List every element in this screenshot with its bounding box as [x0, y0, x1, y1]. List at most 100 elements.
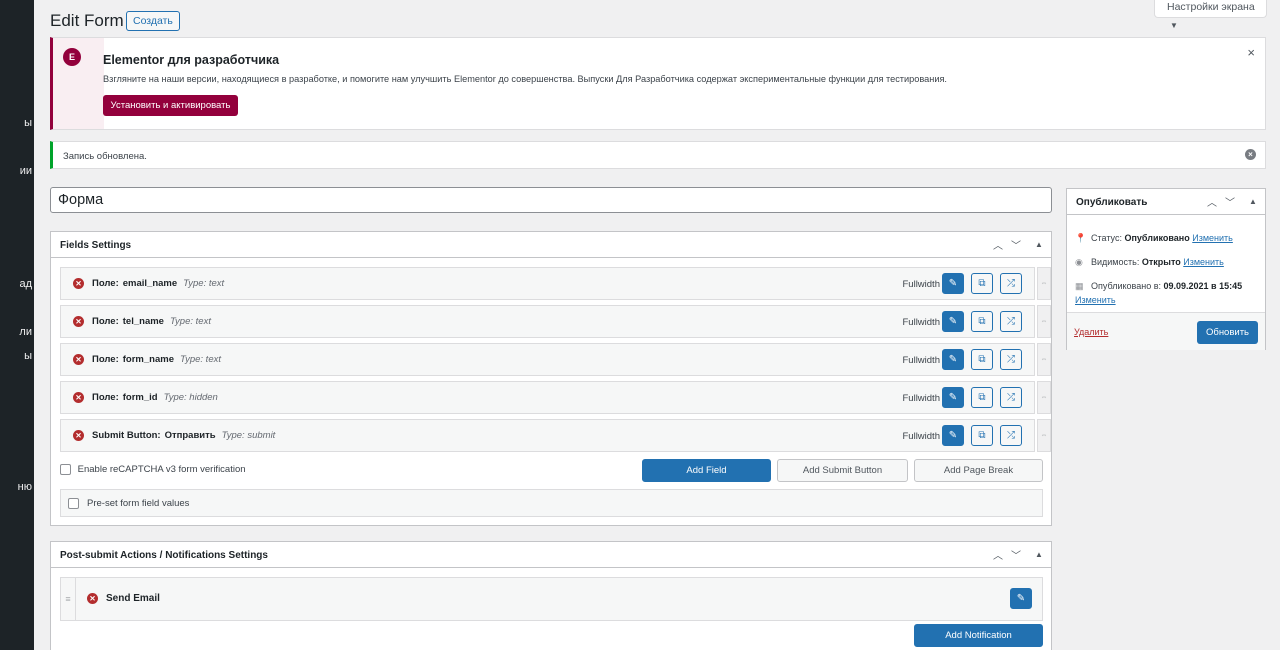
edit-field-button[interactable]: ✎ — [942, 425, 964, 446]
chevron-down-icon[interactable]: ﹀ — [1011, 547, 1021, 562]
shuffle-field-button[interactable]: ⤮ — [1000, 387, 1022, 408]
recaptcha-checkbox[interactable] — [60, 464, 71, 475]
screen-options-button[interactable]: Настройки экрана ▼ — [1154, 0, 1267, 30]
preset-checkbox[interactable] — [68, 498, 79, 509]
drag-handle-icon[interactable]: ⇔ — [1037, 305, 1051, 338]
field-name: form_name — [122, 354, 174, 365]
publish-box: Опубликовать ︿ ﹀ ▲ 📍 Статус: Опубликовано… — [1066, 188, 1266, 350]
form-title-input[interactable]: Форма — [50, 187, 1052, 213]
screen-options-label: Настройки экрана — [1167, 1, 1255, 13]
edit-field-button[interactable]: ✎ — [942, 311, 964, 332]
duplicate-field-button[interactable]: ⧉ — [971, 425, 993, 446]
drag-handle-icon[interactable]: ⇔ — [1037, 381, 1051, 414]
chevron-up-icon[interactable]: ︿ — [993, 547, 1003, 562]
action-name: Send Email — [106, 593, 160, 604]
shuffle-field-button[interactable]: ⤮ — [1000, 311, 1022, 332]
notice-text: Взгляните на наши версии, находящиеся в … — [103, 74, 947, 84]
delete-field-icon[interactable]: ✕ — [73, 430, 84, 441]
edit-action-button[interactable]: ✎ — [1010, 588, 1032, 609]
notice-title: Elementor для разработчика — [103, 53, 280, 67]
updated-notice: Запись обновлена. × — [50, 141, 1266, 169]
sidebar-item-fragment[interactable]: ы — [24, 350, 32, 362]
update-button[interactable]: Обновить — [1197, 321, 1258, 344]
add-page-break-button[interactable]: Add Page Break — [914, 459, 1043, 482]
field-width: Fullwidth — [902, 317, 941, 328]
delete-action-icon[interactable]: ✕ — [87, 593, 98, 604]
sidebar-item-fragment[interactable]: ии — [20, 165, 32, 177]
duplicate-field-button[interactable]: ⧉ — [971, 273, 993, 294]
delete-field-icon[interactable]: ✕ — [73, 392, 84, 403]
action-row: ≡ ✕ Send Email ✎ — [60, 577, 1043, 621]
sidebar-item-fragment[interactable]: ли — [19, 326, 32, 338]
field-prefix: Поле: — [92, 354, 119, 365]
field-row: ✕ Поле: tel_name Type: text Fullwidth ✎ ⧉ … — [60, 305, 1035, 338]
field-row: ✕ Поле: form_name Type: text Fullwidth ✎ ⧉… — [60, 343, 1035, 376]
dismiss-icon[interactable]: × — [1245, 149, 1256, 160]
publish-footer: Удалить Обновить — [1067, 312, 1265, 350]
delete-field-icon[interactable]: ✕ — [73, 354, 84, 365]
drag-handle-icon[interactable]: ⇔ — [1037, 343, 1051, 376]
elementor-logo-icon: E — [63, 48, 81, 66]
published-value: 09.09.2021 в 15:45 — [1163, 281, 1243, 291]
duplicate-field-button[interactable]: ⧉ — [971, 311, 993, 332]
visibility-label: Видимость: — [1091, 257, 1140, 267]
visibility-row: ◉ Видимость: Открыто Изменить — [1075, 257, 1224, 268]
toggle-panel-icon[interactable]: ▲ — [1035, 550, 1043, 559]
edit-field-button[interactable]: ✎ — [942, 387, 964, 408]
chevron-down-icon[interactable]: ﹀ — [1011, 237, 1021, 252]
admin-sidebar: ы ии ад ли ы ню — [0, 0, 34, 650]
shuffle-field-button[interactable]: ⤮ — [1000, 425, 1022, 446]
drag-handle-icon[interactable]: ⇔ — [1037, 267, 1051, 300]
edit-date-link[interactable]: Изменить — [1075, 295, 1116, 305]
shuffle-field-button[interactable]: ⤮ — [1000, 349, 1022, 370]
chevron-down-icon[interactable]: ﹀ — [1225, 194, 1235, 209]
add-notification-button[interactable]: Add Notification — [914, 624, 1043, 647]
fields-settings-title: Fields Settings — [60, 240, 132, 251]
duplicate-field-button[interactable]: ⧉ — [971, 349, 993, 370]
close-icon[interactable]: × — [1247, 45, 1255, 60]
published-row: ▦ Опубликовано в: 09.09.2021 в 15:45 — [1075, 281, 1242, 292]
eye-icon: ◉ — [1075, 257, 1083, 267]
field-type: Type: hidden — [163, 392, 218, 403]
updated-notice-text: Запись обновлена. — [63, 151, 147, 162]
toggle-panel-icon[interactable]: ▲ — [1249, 197, 1257, 206]
post-submit-title: Post-submit Actions / Notifications Sett… — [60, 550, 268, 561]
field-width: Fullwidth — [902, 431, 941, 442]
edit-visibility-link[interactable]: Изменить — [1183, 257, 1224, 267]
delete-field-icon[interactable]: ✕ — [73, 316, 84, 327]
drag-handle-icon[interactable]: ≡ — [61, 578, 76, 620]
install-activate-button[interactable]: Установить и активировать — [103, 95, 238, 116]
sidebar-item-fragment[interactable]: ад — [19, 278, 32, 290]
add-field-button[interactable]: Add Field — [642, 459, 771, 482]
sidebar-item-fragment[interactable]: ню — [18, 481, 32, 493]
field-name: form_id — [122, 392, 158, 403]
published-label: Опубликовано в: — [1091, 281, 1161, 291]
status-value: Опубликовано — [1124, 233, 1190, 243]
duplicate-field-button[interactable]: ⧉ — [971, 387, 993, 408]
sidebar-item-fragment[interactable]: ы — [24, 117, 32, 129]
chevron-up-icon[interactable]: ︿ — [993, 237, 1003, 252]
field-name: tel_name — [122, 316, 164, 327]
field-width: Fullwidth — [902, 355, 941, 366]
edit-field-button[interactable]: ✎ — [942, 273, 964, 294]
drag-handle-icon[interactable]: ⇔ — [1037, 419, 1051, 452]
shuffle-field-button[interactable]: ⤮ — [1000, 273, 1022, 294]
field-row: ✕ Поле: form_id Type: hidden Fullwidth ✎ ⧉… — [60, 381, 1035, 414]
publish-header: Опубликовать ︿ ﹀ ▲ — [1067, 189, 1265, 215]
field-width: Fullwidth — [902, 279, 941, 290]
toggle-panel-icon[interactable]: ▲ — [1035, 240, 1043, 249]
edit-field-button[interactable]: ✎ — [942, 349, 964, 370]
post-submit-header: Post-submit Actions / Notifications Sett… — [51, 542, 1051, 568]
field-name: email_name — [122, 278, 178, 289]
add-submit-button[interactable]: Add Submit Button — [777, 459, 908, 482]
field-type: Type: text — [179, 354, 221, 365]
calendar-icon: ▦ — [1075, 281, 1084, 291]
chevron-up-icon[interactable]: ︿ — [1207, 194, 1217, 209]
edit-status-link[interactable]: Изменить — [1192, 233, 1233, 243]
preset-values-panel: Pre-set form field values — [60, 489, 1043, 517]
field-label: Поле: form_name Type: text — [92, 354, 221, 365]
page-title: Edit Form — [50, 11, 124, 30]
delete-field-icon[interactable]: ✕ — [73, 278, 84, 289]
delete-link[interactable]: Удалить — [1074, 327, 1108, 337]
create-button[interactable]: Создать — [126, 11, 180, 31]
